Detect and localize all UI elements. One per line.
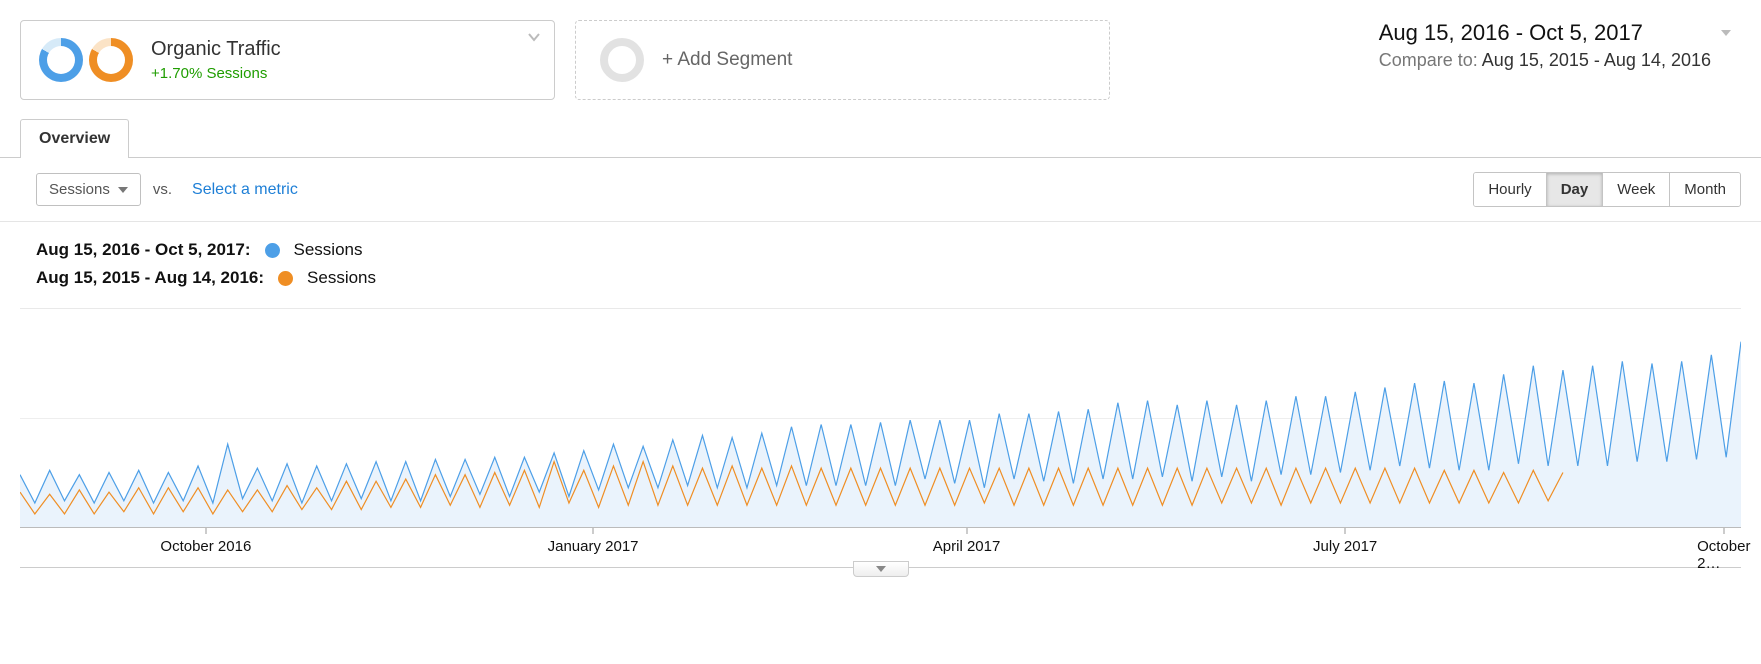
empty-donut-icon xyxy=(600,38,644,82)
axis-label: July 2017 xyxy=(1313,538,1377,555)
tab-overview[interactable]: Overview xyxy=(20,119,129,158)
date-range-picker[interactable]: Aug 15, 2016 - Oct 5, 2017 Compare to: A… xyxy=(1379,20,1741,71)
axis-label: January 2017 xyxy=(548,538,639,555)
chevron-down-icon xyxy=(526,29,542,48)
compare-prefix: Compare to: xyxy=(1379,50,1478,70)
axis-tick xyxy=(593,528,594,534)
compare-range: Aug 15, 2015 - Aug 14, 2016 xyxy=(1482,50,1711,70)
dot-orange-icon xyxy=(278,271,293,286)
axis-tick xyxy=(1723,528,1724,534)
granularity-week[interactable]: Week xyxy=(1603,173,1670,206)
segment-delta: +1.70% Sessions xyxy=(151,65,281,82)
expand-handle[interactable] xyxy=(853,561,909,577)
axis-label: April 2017 xyxy=(933,538,1001,555)
granularity-hourly[interactable]: Hourly xyxy=(1474,173,1546,206)
axis-label: October 2016 xyxy=(160,538,251,555)
x-axis: October 2016 January 2017 April 2017 July 2… xyxy=(20,528,1741,568)
segment-title: Organic Traffic xyxy=(151,38,281,61)
segment-donut-pair-icon xyxy=(39,38,133,82)
legend: Aug 15, 2016 - Oct 5, 2017: Sessions Aug… xyxy=(0,222,1761,308)
legend-series-current: Sessions xyxy=(294,240,363,260)
add-segment-button[interactable]: + Add Segment xyxy=(575,20,1110,100)
add-segment-label: + Add Segment xyxy=(662,49,792,71)
donut-orange-icon xyxy=(89,38,133,82)
caret-down-icon xyxy=(876,565,886,573)
axis-tick xyxy=(966,528,967,534)
legend-range-current: Aug 15, 2016 - Oct 5, 2017: xyxy=(36,240,251,260)
granularity-month[interactable]: Month xyxy=(1670,173,1740,206)
axis-tick xyxy=(205,528,206,534)
metric-label: Sessions xyxy=(49,181,110,198)
caret-down-icon xyxy=(118,185,128,195)
dot-blue-icon xyxy=(265,243,280,258)
metric-selector[interactable]: Sessions xyxy=(36,173,141,206)
axis-label: October 2… xyxy=(1697,538,1750,572)
select-metric-link[interactable]: Select a metric xyxy=(192,181,298,199)
caret-down-icon xyxy=(1719,26,1733,43)
donut-blue-icon xyxy=(39,38,83,82)
legend-range-prior: Aug 15, 2015 - Aug 14, 2016: xyxy=(36,268,264,288)
legend-series-prior: Sessions xyxy=(307,268,376,288)
date-range-compare: Compare to: Aug 15, 2015 - Aug 14, 2016 xyxy=(1379,50,1711,71)
granularity-group: Hourly Day Week Month xyxy=(1473,172,1741,207)
axis-tick xyxy=(1345,528,1346,534)
date-range-main: Aug 15, 2016 - Oct 5, 2017 xyxy=(1379,20,1711,46)
sessions-chart xyxy=(20,308,1741,528)
chart-svg xyxy=(20,309,1741,527)
vs-text: vs. xyxy=(153,181,172,198)
granularity-day[interactable]: Day xyxy=(1547,173,1604,206)
segment-organic-traffic[interactable]: Organic Traffic +1.70% Sessions xyxy=(20,20,555,100)
